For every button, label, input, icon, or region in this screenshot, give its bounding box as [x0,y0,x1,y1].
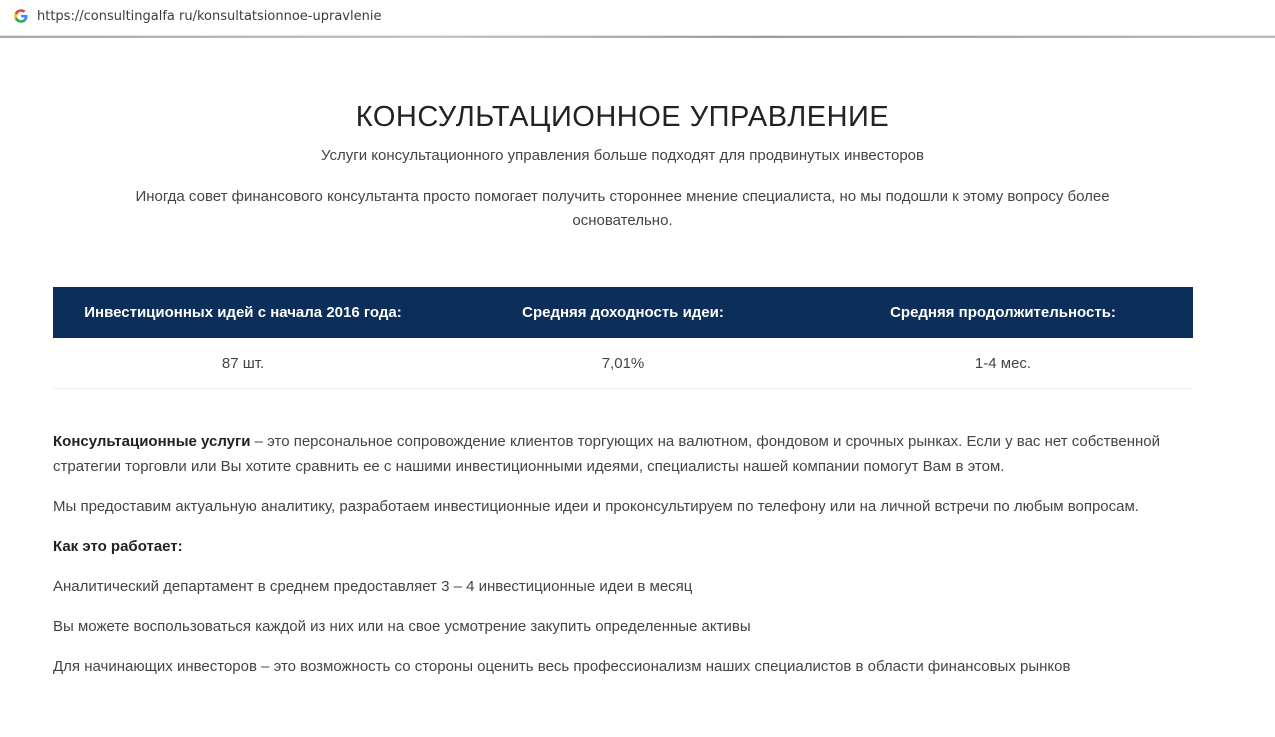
intro-text: Иногда совет финансового консультанта пр… [135,188,1110,229]
paragraph-use-ideas: Вы можете воспользоваться каждой из них … [53,618,751,635]
page-subtitle: Услуги консультационного управления боль… [321,147,924,164]
paragraph-ideas-per-month: Аналитический департамент в среднем пред… [53,578,693,595]
stats-value-row: 87 шт. 7,01% 1-4 мес. [53,338,1193,389]
stats-value-ideas: 87 шт. [221,354,265,372]
stats-value-yield: 7,01% [601,354,645,372]
how-it-works-heading: Как это работает: [53,534,1173,559]
stats-header-ideas: Инвестиционных идей с начала 2016 года: [84,304,402,321]
stats-value-duration: 1-4 мес. [974,354,1032,372]
url-text[interactable]: https://consultingalfa ru/konsultatsionn… [37,9,381,24]
paragraph-analytics: Мы предоставим актуальную аналитику, раз… [53,498,1139,515]
stats-header-duration: Средняя продолжительность: [890,304,1116,321]
page-title: КОНСУЛЬТАЦИОННОЕ УПРАВЛЕНИЕ [355,101,890,134]
paragraph-beginners: Для начинающих инвесторов – это возможно… [53,658,1071,675]
google-g-icon [12,8,30,26]
stats-header-row: Инвестиционных идей с начала 2016 года: … [53,287,1193,338]
stats-header-yield: Средняя доходность идеи: [522,304,724,321]
content-body: Консультационные услуги – это персональн… [53,429,1173,694]
how-it-works-label: Как это работает: [53,538,183,555]
services-term: Консультационные услуги [53,433,251,450]
header-image-strip [0,36,1275,38]
address-bar[interactable]: https://consultingalfa ru/konsultatsionn… [0,0,1275,36]
paragraph-services: Консультационные услуги – это персональн… [53,429,1173,479]
stats-table: Инвестиционных идей с начала 2016 года: … [53,287,1193,389]
